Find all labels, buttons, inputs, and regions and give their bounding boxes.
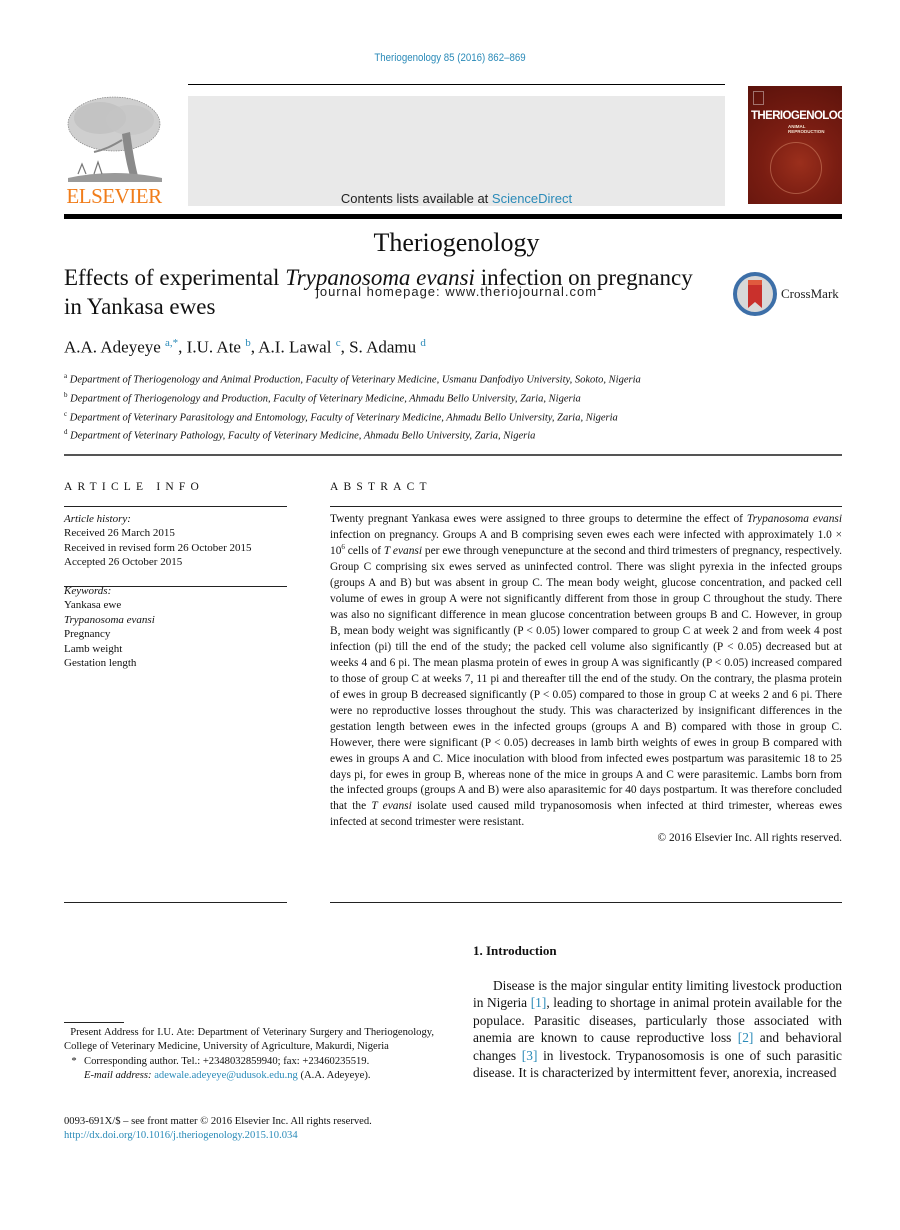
author-affiliation-link[interactable]: d [420,337,426,349]
author-affiliation-link[interactable]: c [336,337,341,349]
author-name[interactable]: A.A. Adeyeye [64,338,161,357]
abstract-rule [330,506,842,507]
footnote-rule [64,1022,124,1023]
footnote-text: Present Address for I.U. Ate: Department… [64,1027,435,1053]
author-affiliation-link[interactable]: b [245,337,251,349]
cover-publisher-logo-icon [753,91,764,105]
masthead-thick-rule [64,214,842,219]
affiliation-text: Department of Veterinary Parasitology an… [69,412,618,424]
abstract-bottom-rule [330,902,842,903]
section-divider [64,454,842,456]
affiliations: a Department of Theriogenology and Anima… [64,369,694,444]
affiliation-text: Department of Theriogenology and Animal … [69,374,641,386]
elsevier-tree-icon [67,96,162,182]
affiliation-marker: a [64,372,68,380]
footnote-marker: * [71,1055,77,1067]
abstract-italic: T evansi [371,800,412,813]
affiliation: a Department of Theriogenology and Anima… [64,369,694,388]
email-note: E-mail address: adewale.adeyeye@udusok.e… [64,1069,434,1083]
footnote-text: Corresponding author. Tel.: +23480328599… [84,1055,370,1067]
introduction-paragraph: Disease is the major singular entity lim… [473,977,842,1081]
elsevier-logo[interactable]: ELSEVIER [64,94,164,208]
front-matter-text: 0093-691X/$ – see front matter © 2016 El… [64,1116,372,1127]
affiliation: c Department of Veterinary Parasitology … [64,407,694,426]
reference-link[interactable]: [1] [531,995,547,1010]
crossmark-label: CrossMark [781,286,839,301]
affiliation-marker: d [64,428,68,437]
keyword: Lamb weight [64,642,123,655]
crossmark-button[interactable]: CrossMark [733,272,848,316]
doi-link[interactable]: http://dx.doi.org/10.1016/j.theriogenolo… [64,1129,434,1143]
abstract-italic: Trypanosoma evansi [746,513,842,525]
abstract-span: Twenty pregnant Yankasa ewes were assign… [330,513,747,525]
abstract-copyright: © 2016 Elsevier Inc. All rights reserved… [657,832,842,845]
elsevier-wordmark: ELSEVIER [66,184,162,208]
introduction-heading: 1. Introduction [473,943,557,958]
journal-citation-link[interactable]: Theriogenology 85 (2016) 862–869 [54,52,846,64]
email-label: E-mail address: [84,1069,155,1081]
crossmark-icon [733,272,777,316]
email-link[interactable]: adewale.adeyeye@udusok.edu.ng [154,1070,298,1081]
abstract-span: per ewe through venepuncture at the seco… [330,544,843,813]
keyword: Pregnancy [64,628,111,641]
article-info-heading: ARTICLE INFO [64,481,204,493]
abstract-heading: ABSTRACT [330,481,432,493]
footnotes: Present Address for I.U. Ate: Department… [64,1026,434,1083]
abstract-span: cells of [344,544,384,557]
author-list: A.A. Adeyeye a,*, I.U. Ate b, A.I. Lawal… [64,337,426,357]
keywords-label: Keywords: [64,585,112,597]
journal-cover-image[interactable]: THERIOGENOLOGY ANIMAL REPRODUCTION [748,86,842,204]
article-title: Effects of experimental Trypanosoma evan… [64,263,704,321]
cover-embryo-graphic [770,142,822,194]
affiliation: b Department of Theriogenology and Produ… [64,388,694,407]
reference-link[interactable]: [2] [738,1030,754,1045]
cover-subtitle: ANIMAL REPRODUCTION [788,124,825,134]
article-info-rule [64,506,287,507]
article-info-bottom-rule [64,902,287,903]
author-name[interactable]: A.I. Lawal [258,338,331,357]
author-name[interactable]: I.U. Ate [187,338,241,357]
keyword: Trypanosoma evansi [64,613,155,626]
journal-name: Theriogenology [373,228,540,257]
keyword: Yankasa ewe [64,599,122,612]
journal-masthead: Contents lists available at ScienceDirec… [188,96,725,299]
affiliation-marker: c [64,409,68,418]
abstract-text: Twenty pregnant Yankasa ewes were assign… [330,512,842,847]
title-text: Effects of experimental [64,265,286,290]
keywords: Keywords: Yankasa ewe Trypanosoma evansi… [64,512,288,670]
present-address-note: Present Address for I.U. Ate: Department… [64,1026,434,1055]
affiliation: d Department of Veterinary Pathology, Fa… [64,425,694,444]
cover-title: THERIOGENOLOGY [751,110,842,122]
front-matter: 0093-691X/$ – see front matter © 2016 El… [64,1115,434,1144]
affiliation-marker: b [64,390,68,399]
keyword: Gestation length [64,657,137,670]
sciencedirect-link[interactable]: ScienceDirect [492,191,572,206]
reference-link[interactable]: [3] [522,1048,538,1063]
header-rule [188,84,725,85]
author-affiliation-link[interactable]: a,* [165,337,178,349]
affiliation-text: Department of Veterinary Pathology, Facu… [70,430,536,442]
footnote-text: (A.A. Adeyeye). [297,1069,371,1081]
corresponding-author-note: * Corresponding author. Tel.: +2348032859… [64,1055,434,1069]
contents-line: Contents lists available at ScienceDirec… [188,191,725,206]
affiliation-text: Department of Theriogenology and Product… [70,393,581,405]
abstract-italic: T evansi [383,544,423,557]
contents-prefix: Contents lists available at [340,191,492,206]
title-species: Trypanosoma evansi [285,265,475,290]
author-name[interactable]: S. Adamu [349,338,416,357]
